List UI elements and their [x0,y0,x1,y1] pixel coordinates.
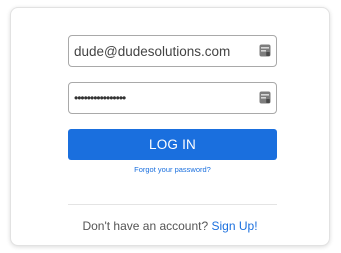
password-field[interactable] [69,83,249,113]
login-card: LOG IN Forgot your password? Don't have … [10,7,330,246]
divider [68,204,277,205]
password-manager-key-icon[interactable] [259,91,271,104]
email-field[interactable] [69,36,249,66]
signup-prompt-text: Don't have an account? [82,219,209,233]
signup-prompt-line: Don't have an account? Sign Up! [11,219,329,233]
login-button[interactable]: LOG IN [68,129,277,160]
email-field-wrapper [68,35,277,67]
password-manager-key-icon[interactable] [259,44,271,57]
password-field-wrapper [68,82,277,114]
forgot-password-link[interactable]: Forgot your password? [68,165,277,174]
signup-link[interactable]: Sign Up! [212,219,258,233]
